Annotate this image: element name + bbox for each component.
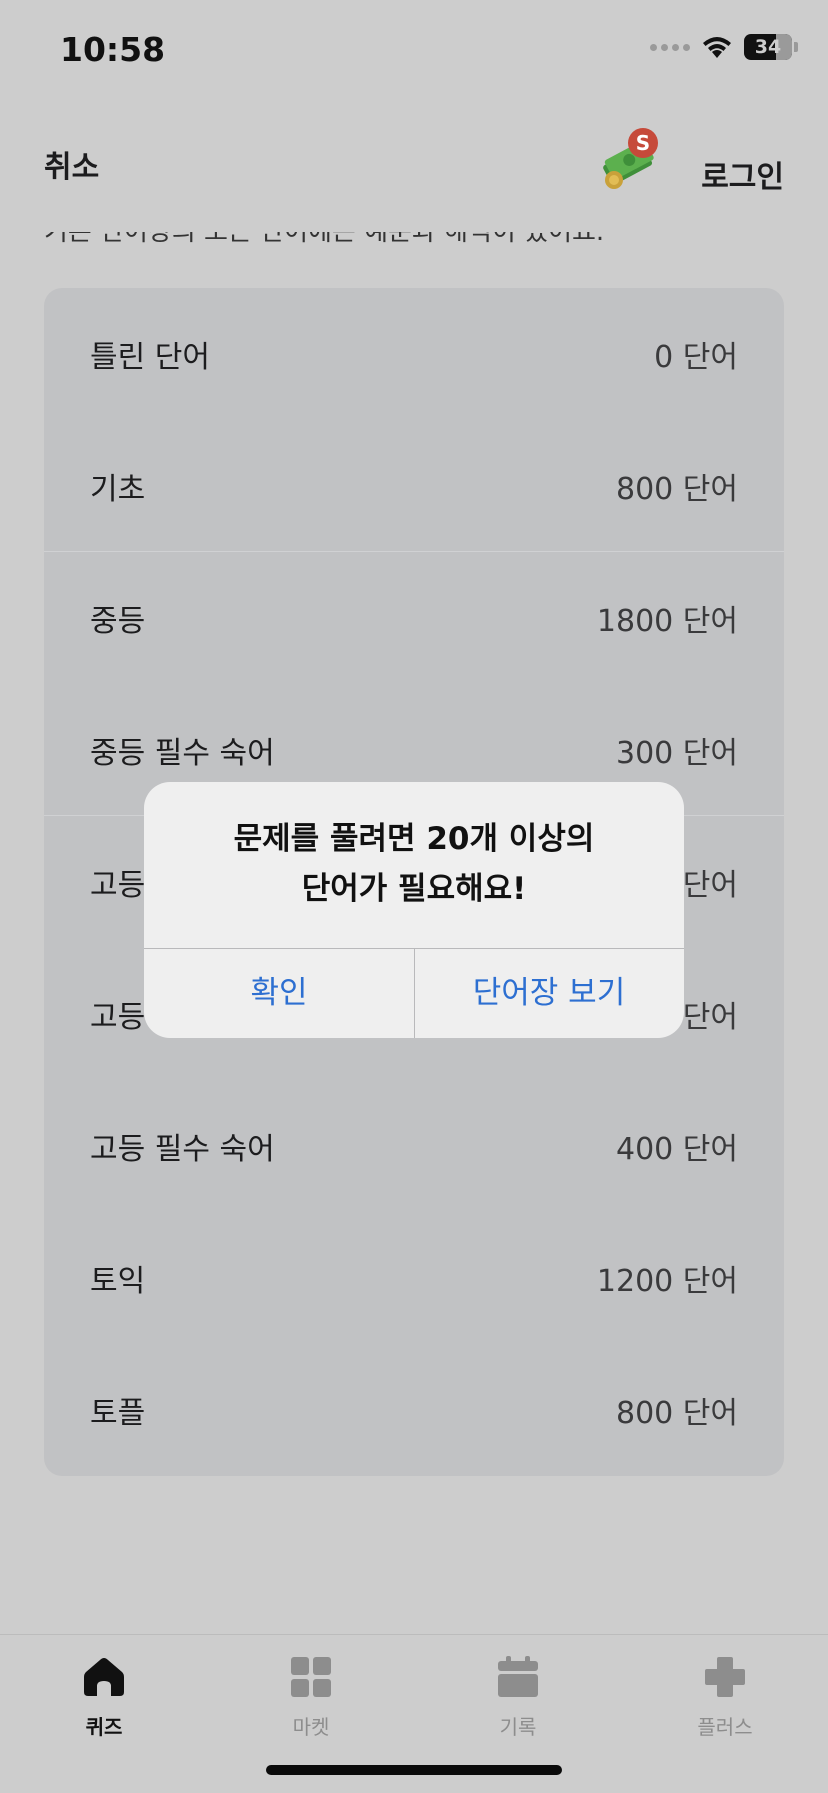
- word-set-count: 단어: [682, 1000, 738, 1035]
- list-item-basic[interactable]: 기초 800 단어: [44, 420, 784, 552]
- calendar-icon: [498, 1656, 538, 1697]
- notification-badge: S: [628, 128, 658, 158]
- cancel-button[interactable]: 취소: [44, 142, 99, 186]
- description-text: 기본 단어장의 모든 단어에는 예문과 해석이 있어요.: [44, 232, 605, 247]
- list-item-middle-school[interactable]: 중등 1800 단어: [44, 552, 784, 684]
- word-set-count: 1800 단어: [596, 604, 738, 639]
- list-item-toeic[interactable]: 토익 1200 단어: [44, 1212, 784, 1344]
- word-set-count: 300 단어: [616, 736, 738, 771]
- wifi-icon: [703, 37, 731, 58]
- status-time: 10:58: [60, 30, 166, 69]
- word-set-count: 800 단어: [616, 472, 738, 507]
- word-set-count: 0 단어: [654, 340, 738, 375]
- word-set-name: 토익: [90, 1264, 146, 1299]
- tab-records[interactable]: 기록: [448, 1645, 588, 1740]
- battery-level: 34: [754, 36, 782, 58]
- alert-dialog: 문제를 풀려면 20개 이상의 단어가 필요해요! 확인 단어장 보기: [144, 782, 684, 1038]
- cellular-signal-icon: [650, 43, 690, 51]
- login-button[interactable]: 로그인: [701, 152, 784, 196]
- tab-label: 기록: [499, 1715, 537, 1739]
- grid-icon: [291, 1657, 331, 1697]
- word-set-name: 중등 필수 숙어: [90, 736, 275, 771]
- plus-icon: [705, 1657, 745, 1697]
- alert-title-line-1: 문제를 풀려면 20개 이상의: [233, 821, 595, 857]
- confirm-button[interactable]: 확인: [144, 948, 414, 1038]
- tab-market[interactable]: 마켓: [241, 1645, 381, 1740]
- word-set-count: 400 단어: [616, 1132, 738, 1167]
- home-icon: [84, 1658, 124, 1696]
- word-set-name: 기초: [90, 472, 146, 507]
- status-icons: 34: [650, 34, 798, 60]
- word-set-name: 틀린 단어: [90, 340, 210, 375]
- alert-title: 문제를 풀려면 20개 이상의 단어가 필요해요!: [144, 814, 684, 914]
- home-indicator[interactable]: [266, 1765, 562, 1775]
- word-set-name: 고등 필수 숙어: [90, 1132, 275, 1167]
- list-item-wrong-words[interactable]: 틀린 단어 0 단어: [44, 288, 784, 420]
- nav-bar: 취소 S 로그인: [0, 110, 828, 210]
- list-item-toefl[interactable]: 토플 800 단어: [44, 1344, 784, 1476]
- word-set-count: 800 단어: [616, 1396, 738, 1431]
- word-set-name: 토플: [90, 1396, 146, 1431]
- tab-plus[interactable]: 플러스: [655, 1645, 795, 1740]
- view-wordbook-button[interactable]: 단어장 보기: [414, 948, 684, 1038]
- tab-label: 플러스: [697, 1715, 753, 1739]
- word-set-count: 단어: [682, 868, 738, 903]
- tab-label: 퀴즈: [85, 1715, 123, 1739]
- word-set-name: 중등: [90, 604, 146, 639]
- word-set-name: 고등: [90, 1000, 146, 1035]
- list-item-high-school-idioms[interactable]: 고등 필수 숙어 400 단어: [44, 1080, 784, 1212]
- word-set-name: 고등: [90, 868, 146, 903]
- status-bar: 10:58 34: [0, 0, 828, 100]
- alert-title-line-2: 단어가 필요해요!: [301, 871, 527, 907]
- tab-quiz[interactable]: 퀴즈: [34, 1645, 174, 1740]
- word-set-count: 1200 단어: [596, 1264, 738, 1299]
- tab-label: 마켓: [292, 1715, 330, 1739]
- battery-icon: 34: [744, 34, 798, 60]
